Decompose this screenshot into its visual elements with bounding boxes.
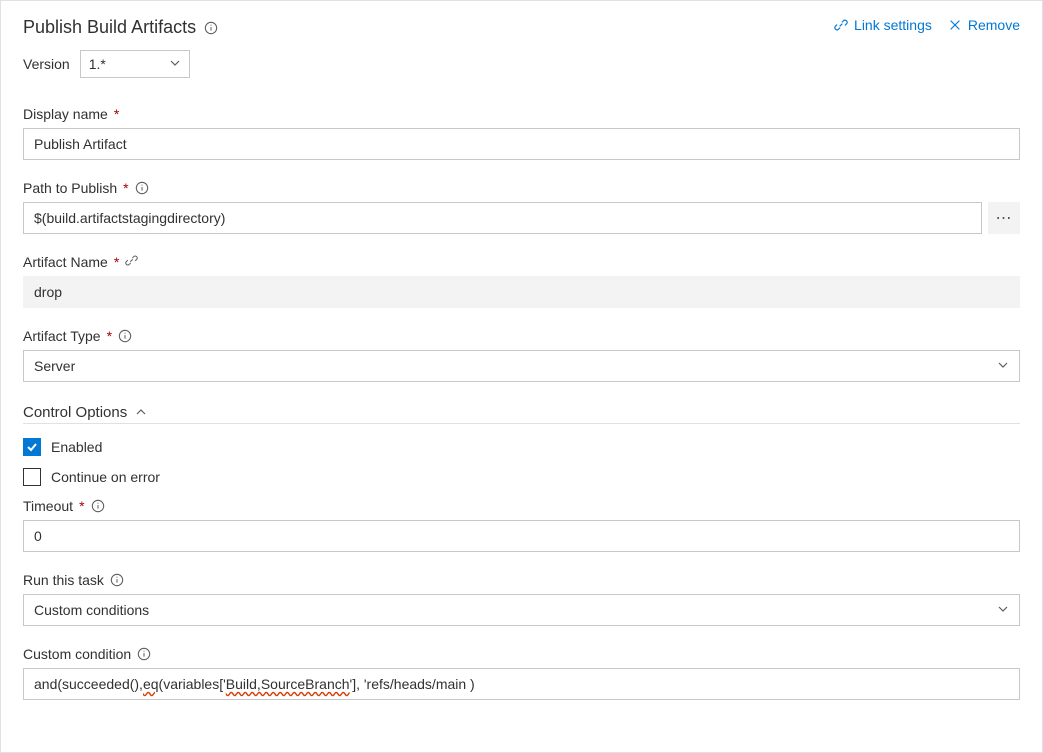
version-select[interactable]: 1.* — [80, 50, 190, 78]
timeout-input[interactable] — [23, 520, 1020, 552]
run-this-task-label: Run this task — [23, 572, 104, 588]
required-marker: * — [114, 254, 119, 270]
field-artifact-name: Artifact Name * — [23, 254, 1020, 308]
required-marker: * — [114, 106, 119, 122]
continue-on-error-checkbox[interactable] — [23, 468, 41, 486]
info-icon[interactable] — [204, 21, 218, 35]
field-artifact-type: Artifact Type * Server — [23, 328, 1020, 382]
chevron-down-icon — [169, 56, 181, 72]
chevron-down-icon — [997, 602, 1009, 618]
field-custom-condition: Custom condition and(succeeded(), eq(var… — [23, 646, 1020, 700]
version-row: Version 1.* — [23, 50, 1020, 78]
ellipsis-icon: ⋯ — [996, 208, 1013, 228]
control-options-title: Control Options — [23, 404, 127, 421]
header-actions: Link settings Remove — [834, 17, 1020, 33]
enabled-checkbox-row[interactable]: Enabled — [23, 438, 1020, 456]
custom-condition-label: Custom condition — [23, 646, 131, 662]
info-icon[interactable] — [118, 329, 132, 343]
remove-label: Remove — [968, 17, 1020, 33]
run-this-task-value: Custom conditions — [34, 602, 149, 618]
field-display-name: Display name * — [23, 106, 1020, 160]
info-icon[interactable] — [91, 499, 105, 513]
version-label: Version — [23, 56, 70, 72]
required-marker: * — [123, 180, 128, 196]
enabled-label: Enabled — [51, 439, 102, 455]
link-settings-label: Link settings — [854, 17, 932, 33]
custom-condition-input[interactable]: and(succeeded(), eq(variables['Build,Sou… — [23, 668, 1020, 700]
required-marker: * — [107, 328, 112, 344]
info-icon[interactable] — [137, 647, 151, 661]
required-marker: * — [79, 498, 84, 514]
remove-button[interactable]: Remove — [948, 17, 1020, 33]
path-to-publish-input[interactable] — [23, 202, 982, 234]
browse-button[interactable]: ⋯ — [988, 202, 1020, 234]
artifact-type-label: Artifact Type — [23, 328, 101, 344]
info-icon[interactable] — [135, 181, 149, 195]
timeout-label: Timeout — [23, 498, 73, 514]
artifact-type-value: Server — [34, 358, 75, 374]
info-icon[interactable] — [110, 573, 124, 587]
header-row: Publish Build Artifacts Link settings Re… — [23, 17, 1020, 38]
task-title: Publish Build Artifacts — [23, 17, 196, 38]
control-options-header[interactable]: Control Options — [23, 404, 1020, 424]
task-config-panel: Publish Build Artifacts Link settings Re… — [0, 0, 1043, 753]
display-name-label: Display name — [23, 106, 108, 122]
artifact-name-label: Artifact Name — [23, 254, 108, 270]
link-icon[interactable] — [125, 254, 138, 270]
continue-on-error-checkbox-row[interactable]: Continue on error — [23, 468, 1020, 486]
chevron-up-icon — [135, 405, 147, 421]
display-name-input[interactable] — [23, 128, 1020, 160]
artifact-type-select[interactable]: Server — [23, 350, 1020, 382]
version-value: 1.* — [89, 56, 106, 72]
run-this-task-select[interactable]: Custom conditions — [23, 594, 1020, 626]
field-timeout: Timeout * — [23, 498, 1020, 552]
field-run-this-task: Run this task Custom conditions — [23, 572, 1020, 626]
artifact-name-input[interactable] — [23, 276, 1020, 308]
link-settings-button[interactable]: Link settings — [834, 17, 932, 33]
path-to-publish-label: Path to Publish — [23, 180, 117, 196]
continue-on-error-label: Continue on error — [51, 469, 160, 485]
field-path-to-publish: Path to Publish * ⋯ — [23, 180, 1020, 234]
title-wrap: Publish Build Artifacts — [23, 17, 218, 38]
enabled-checkbox[interactable] — [23, 438, 41, 456]
chevron-down-icon — [997, 358, 1009, 374]
